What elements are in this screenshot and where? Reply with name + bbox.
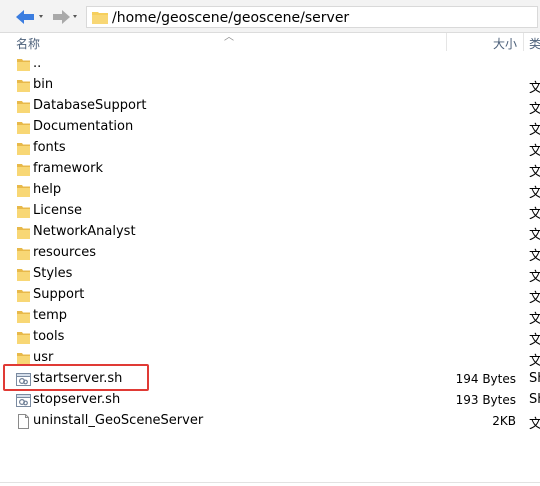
file-name: bin [33,77,54,92]
address-path: /home/geoscene/geoscene/server [112,10,350,26]
shell-script-icon [16,372,31,387]
file-type: 文 [529,207,540,222]
shell-script-icon [16,393,31,408]
file-row-styles[interactable]: Styles 文 [0,264,540,285]
file-type: 文 [529,291,540,306]
folder-icon [16,99,31,114]
file-row-license[interactable]: License 文 [0,201,540,222]
file-row-networkanalyst[interactable]: NetworkAnalyst 文 [0,222,540,243]
back-button[interactable] [14,7,48,27]
file-name: Documentation [33,119,134,134]
file-name: usr [33,350,54,365]
folder-icon [16,246,31,261]
file-row-framework[interactable]: framework 文 [0,159,540,180]
file-type: Sh [529,392,540,407]
file-row-startserver-sh[interactable]: startserver.sh 194 Bytes Sh [0,369,540,390]
file-row-stopserver-sh[interactable]: stopserver.sh 193 Bytes Sh [0,390,540,411]
folder-icon [16,204,31,219]
file-type: Sh [529,371,540,386]
file-row-tools[interactable]: tools 文 [0,327,540,348]
file-type: 文 [529,102,540,117]
file-row-fonts[interactable]: fonts 文 [0,138,540,159]
folder-icon [16,288,31,303]
file-row-bin[interactable]: bin 文 [0,75,540,96]
file-size: 193 Bytes [455,393,516,407]
sort-ascending-icon: ︿ [224,32,234,43]
file-type: 文 [529,249,540,264]
file-name: Support [33,287,85,302]
file-type: 文 [529,312,540,327]
folder-icon [16,267,31,282]
file-list: .. bin 文 DatabaseSupport 文 Documentation 文 font… [0,54,540,432]
column-name-header[interactable]: 名称 [16,35,40,52]
folder-icon [16,162,31,177]
file-name: fonts [33,140,66,155]
blank-file-icon [16,414,31,429]
file-row-support[interactable]: Support 文 [0,285,540,306]
divider [0,482,540,483]
file-row-resources[interactable]: resources 文 [0,243,540,264]
folder-icon [16,141,31,156]
file-type: 文 [529,123,540,138]
file-type: 文 [529,228,540,243]
file-size: 2KB [492,414,516,428]
file-type: 文 [529,144,540,159]
column-divider[interactable] [523,33,524,51]
file-type: 文 [529,270,540,285]
folder-icon [16,120,31,135]
folder-icon [16,78,31,93]
folder-icon [16,330,31,345]
file-name: temp [33,308,68,323]
address-bar[interactable]: /home/geoscene/geoscene/server [86,6,538,28]
file-name: License [33,203,83,218]
file-row-usr[interactable]: usr 文 [0,348,540,369]
file-row-databasesupport[interactable]: DatabaseSupport 文 [0,96,540,117]
file-row-uninstall-geosceneserver[interactable]: uninstall_GeoSceneServer 2KB 文 [0,411,540,432]
arrow-left-icon [16,10,43,24]
column-type-header[interactable]: 类 [529,35,540,52]
file-type: 文 [529,354,540,369]
folder-icon [16,309,31,324]
file-name: NetworkAnalyst [33,224,136,239]
file-row-help[interactable]: help 文 [0,180,540,201]
file-name: .. [33,56,42,71]
file-name: stopserver.sh [33,392,121,407]
folder-icon [16,183,31,198]
forward-button[interactable] [52,7,80,27]
file-name: DatabaseSupport [33,98,147,113]
file-size: 194 Bytes [455,372,516,386]
file-name: help [33,182,62,197]
column-divider[interactable] [446,33,447,51]
folder-icon [16,57,31,72]
file-name: uninstall_GeoSceneServer [33,413,204,428]
column-header: ︿ 名称 大小 类 [0,32,540,52]
file-type: 文 [529,81,540,96]
file-type: 文 [529,417,540,432]
folder-icon [92,12,108,24]
folder-icon [16,351,31,366]
folder-icon [16,225,31,240]
file-row-temp[interactable]: temp 文 [0,306,540,327]
file-row-documentation[interactable]: Documentation 文 [0,117,540,138]
file-type: 文 [529,186,540,201]
file-name: startserver.sh [33,371,123,386]
arrow-right-icon [53,10,77,24]
navigation-toolbar: /home/geoscene/geoscene/server [0,0,540,33]
file-name: resources [33,245,97,260]
file-name: Styles [33,266,73,281]
file-type: 文 [529,165,540,180]
file-name: tools [33,329,65,344]
column-size-header[interactable]: 大小 [493,35,517,52]
file-type: 文 [529,333,540,348]
file-name: framework [33,161,104,176]
file-row-parent[interactable]: .. [0,54,540,75]
